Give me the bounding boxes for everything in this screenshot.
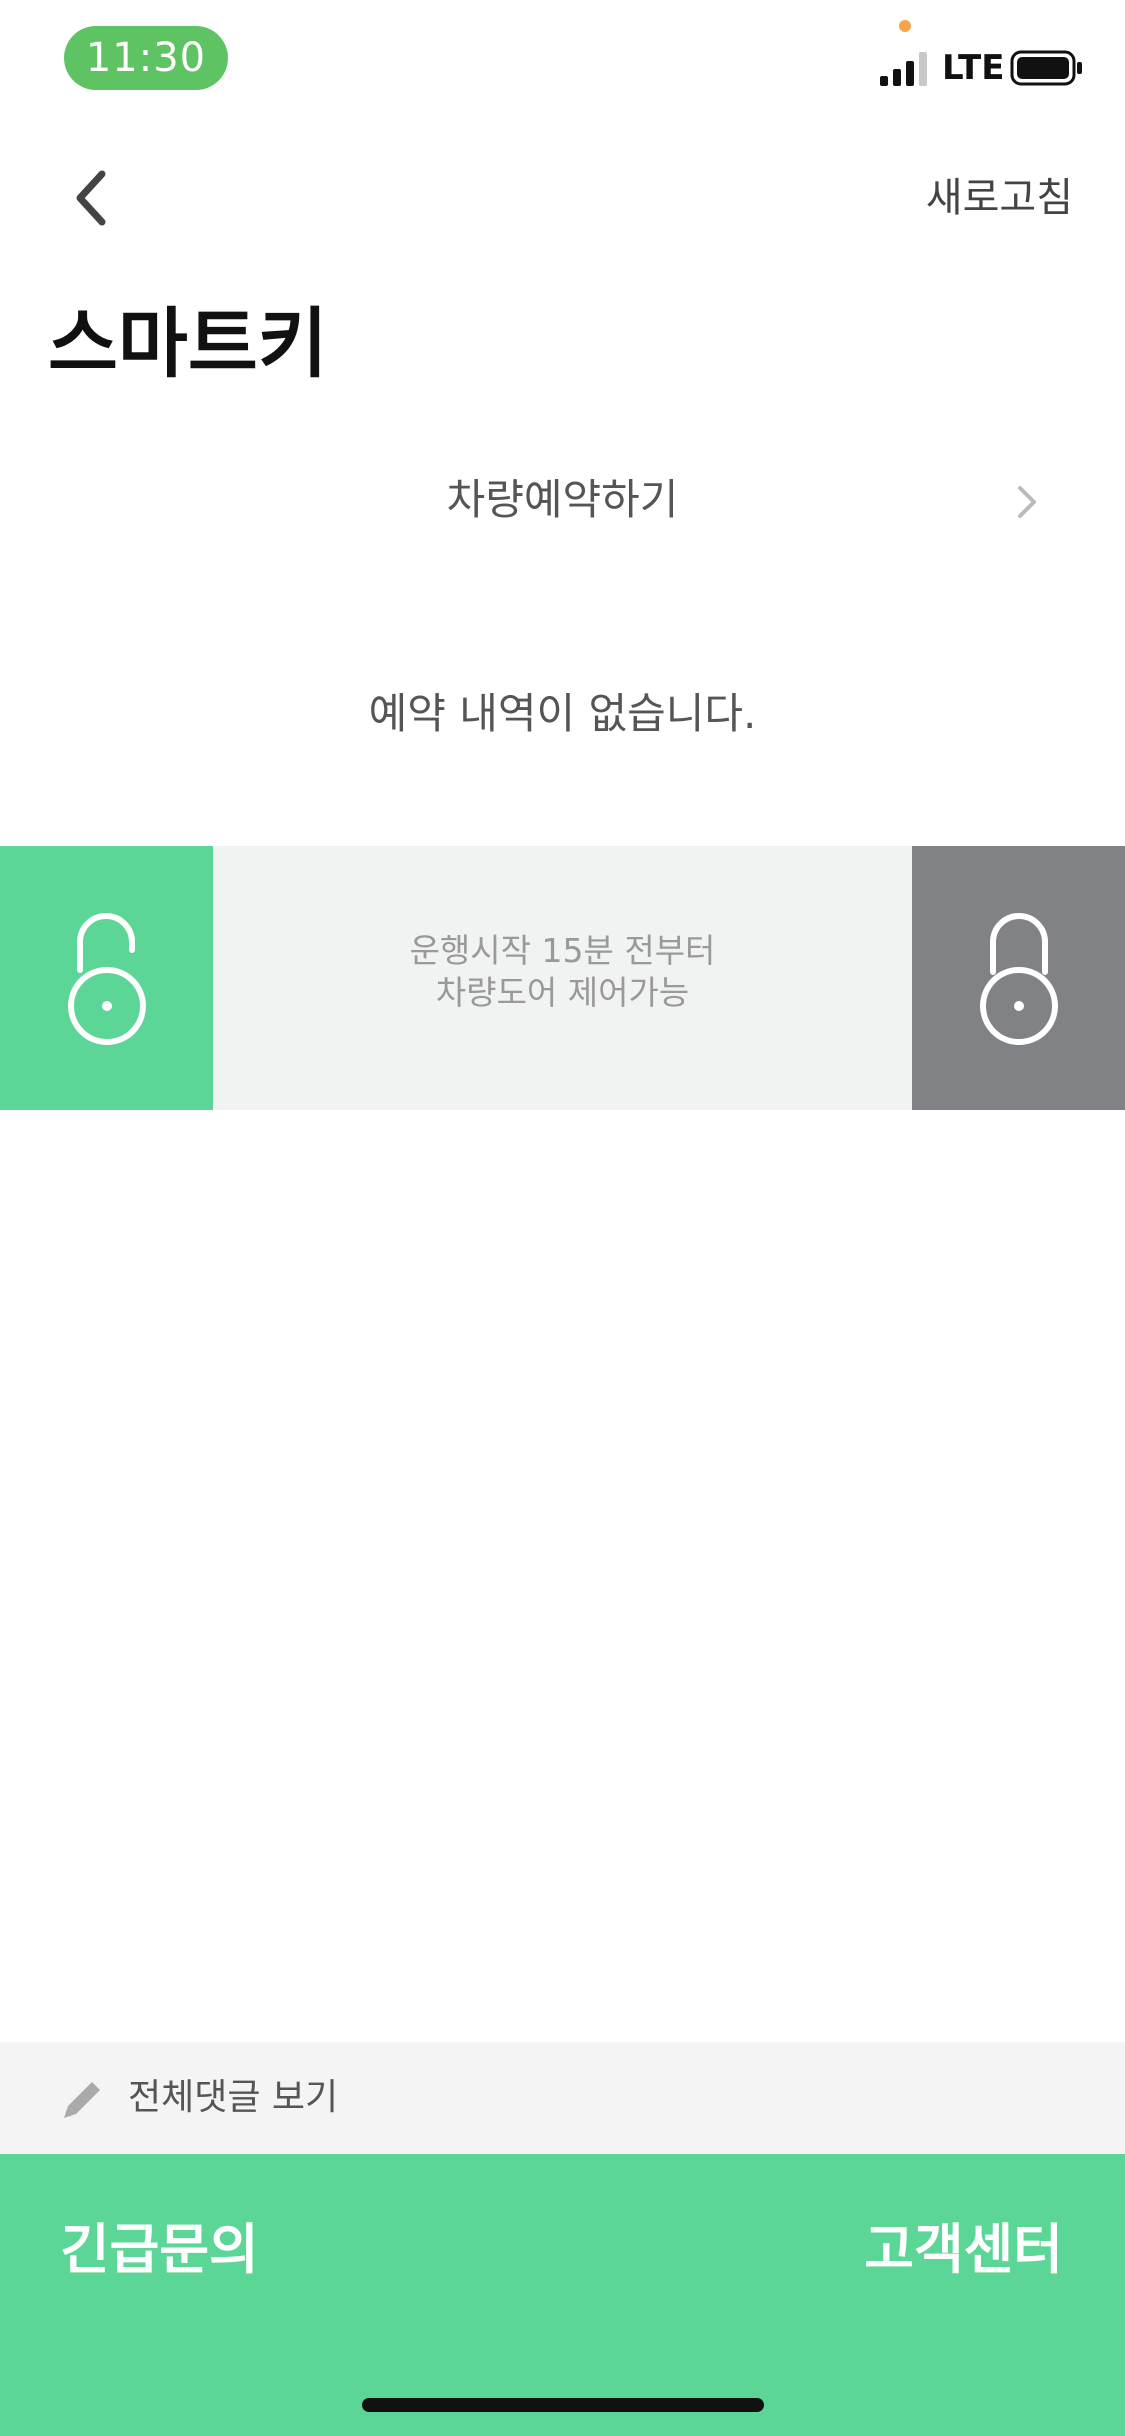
door-note-line1: 운행시작 15분 전부터 [409, 931, 716, 970]
bottom-action-bar: 긴급문의 고객센터 [0, 2154, 1125, 2436]
unlock-door-button[interactable] [0, 846, 213, 1110]
empty-reservations-message: 예약 내역이 없습니다. [368, 689, 757, 738]
page-title: 스마트키 [48, 299, 328, 388]
chevron-right-icon [1018, 486, 1036, 518]
status-bar: 11:30 LTE [0, 0, 1125, 120]
view-all-comments-button[interactable]: 전체댓글 보기 [0, 2042, 1125, 2154]
door-control-note: 운행시작 15분 전부터 차량도어 제어가능 [213, 930, 912, 1014]
chevron-left-icon [76, 170, 106, 226]
door-control-strip: 운행시작 15분 전부터 차량도어 제어가능 [0, 846, 1125, 1110]
unlocked-padlock-icon [68, 913, 146, 1045]
reserve-vehicle-label: 차량예약하기 [446, 475, 679, 524]
customer-center-button[interactable]: 고객센터 [864, 2212, 1063, 2288]
door-note-line2: 차량도어 제어가능 [435, 973, 690, 1012]
lock-door-button[interactable] [912, 846, 1125, 1110]
locked-padlock-icon [980, 913, 1058, 1045]
home-indicator[interactable] [362, 2398, 764, 2412]
status-time: 11:30 [64, 26, 228, 90]
battery-icon [1010, 50, 1082, 86]
emergency-inquiry-button[interactable]: 긴급문의 [60, 2212, 259, 2288]
refresh-button[interactable]: 새로고침 [926, 168, 1073, 228]
pencil-icon [64, 2082, 100, 2118]
view-all-comments-label: 전체댓글 보기 [128, 2077, 339, 2118]
privacy-indicator-dot [899, 20, 911, 32]
back-button[interactable] [60, 160, 124, 236]
network-type: LTE [942, 48, 1005, 88]
reserve-vehicle-link[interactable]: 차량예약하기 [0, 460, 1125, 540]
signal-icon [880, 52, 927, 86]
